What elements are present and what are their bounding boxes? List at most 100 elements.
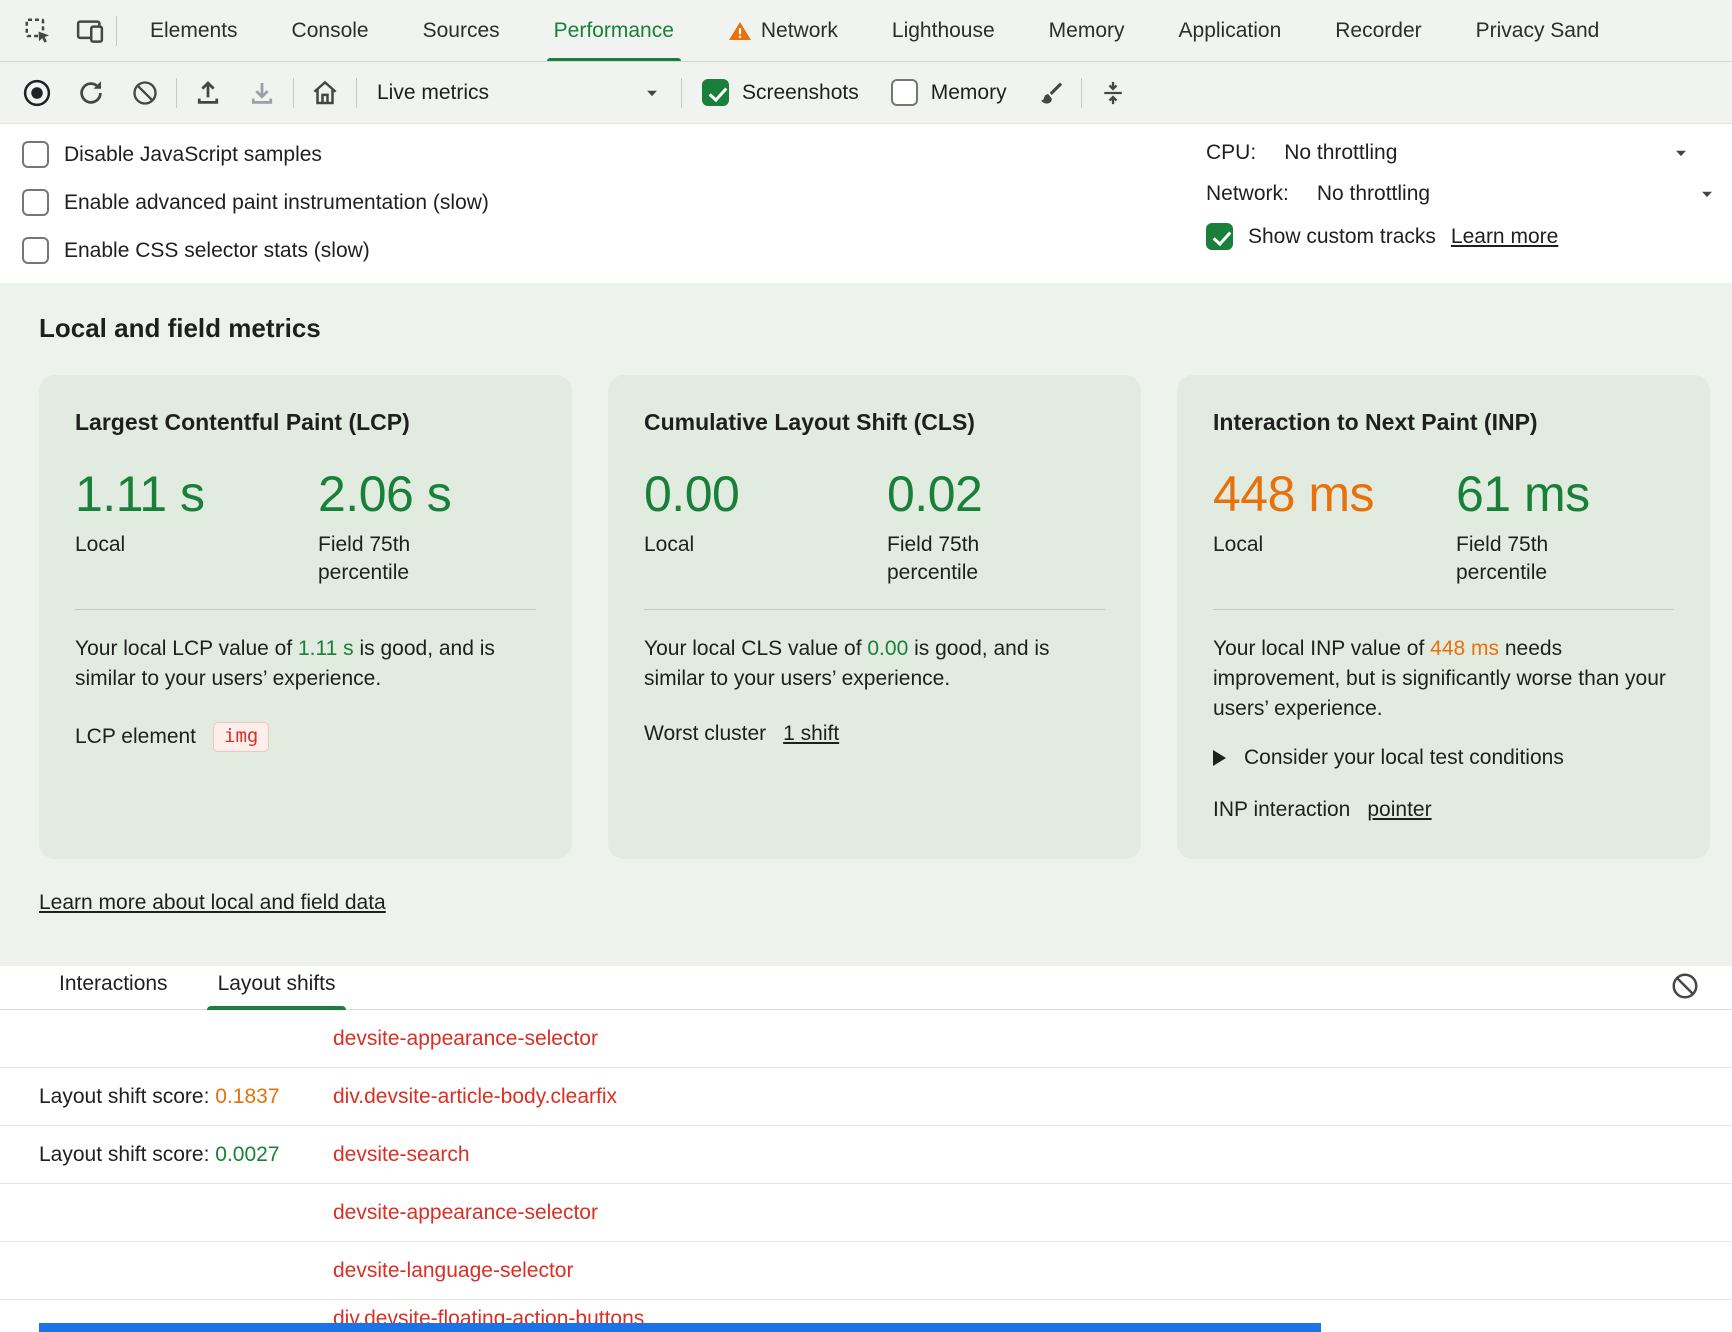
clear-icon [131,79,159,107]
screenshots-checkbox[interactable]: Screenshots [702,79,859,106]
inp-card-title: Interaction to Next Paint (INP) [1213,409,1674,436]
lcp-field-value: 2.06 s [318,468,483,521]
layout-shift-row[interactable]: devsite-language-selector [0,1242,1732,1300]
tab-lighthouse[interactable]: Lighthouse [865,0,1022,61]
log-tabs: Interactions Layout shifts [0,966,1732,1010]
checkbox-checked-icon [1206,223,1233,250]
lcp-element-node-badge[interactable]: img [213,722,269,752]
worst-cluster-link[interactable]: 1 shift [783,722,839,746]
chevron-down-icon[interactable] [1698,185,1716,203]
page-title: Local and field metrics [39,313,1732,344]
show-custom-tracks-checkbox[interactable]: Show custom tracks [1206,223,1436,250]
layout-shift-score: Layout shift score: 0.1837 [0,1085,333,1109]
tab-network[interactable]: Network [701,0,865,61]
custom-tracks-learn-more-link[interactable]: Learn more [1451,225,1558,249]
disable-js-samples-checkbox[interactable]: Disable JavaScript samples [22,141,489,168]
toggle-device-toolbar-button[interactable] [64,0,116,61]
tab-sources[interactable]: Sources [396,0,527,61]
lcp-local-value: 1.11 s [75,468,318,521]
expand-triangle-icon [1213,750,1226,766]
tab-interactions[interactable]: Interactions [56,972,171,1009]
inp-field-value: 61 ms [1456,468,1621,521]
collapse-icon [1099,79,1127,107]
inp-field-label: Field 75th percentile [1456,531,1621,588]
live-metrics-log: Interactions Layout shifts devsite-appea… [0,966,1732,1332]
element-link[interactable]: devsite-appearance-selector [333,1201,598,1224]
field-data-learn-more-link[interactable]: Learn more about local and field data [39,891,386,914]
reload-and-record-button[interactable] [68,70,114,116]
inp-interaction-link[interactable]: pointer [1367,798,1431,822]
cls-description: Your local CLS value of 0.00 is good, an… [644,634,1105,694]
record-button[interactable] [14,70,60,116]
cls-field-label: Field 75th percentile [887,531,1052,588]
element-link[interactable]: devsite-appearance-selector [333,1027,598,1050]
element-link[interactable]: devsite-language-selector [333,1259,573,1282]
inp-description: Your local INP value of 448 ms needs imp… [1213,634,1674,723]
divider [644,609,1105,610]
memory-checkbox[interactable]: Memory [891,79,1007,106]
layout-shift-row[interactable]: devsite-appearance-selector [0,1010,1732,1068]
tab-application[interactable]: Application [1152,0,1309,61]
lcp-card-title: Largest Contentful Paint (LCP) [75,409,536,436]
lcp-element-label: LCP element [75,725,196,749]
tab-elements[interactable]: Elements [123,0,265,61]
layout-shift-row[interactable]: devsite-appearance-selector [0,1184,1732,1242]
download-icon [247,78,277,108]
tab-console[interactable]: Console [265,0,396,61]
lcp-card: Largest Contentful Paint (LCP) 1.11 s Lo… [39,375,572,859]
network-throttling-row: Network: No throttling [1206,182,1706,206]
checkbox-unchecked-icon [22,189,49,216]
separator [293,78,294,108]
upload-icon [193,78,223,108]
css-selector-stats-checkbox[interactable]: Enable CSS selector stats (slow) [22,237,489,264]
brush-icon [1036,79,1064,107]
tab-performance[interactable]: Performance [527,0,701,61]
worst-cluster-label: Worst cluster [644,722,766,746]
divider [75,609,536,610]
cpu-throttling-select[interactable]: No throttling [1284,141,1397,165]
divider [1213,609,1674,610]
inp-local-value: 448 ms [1213,468,1456,521]
element-link[interactable]: devsite-search [333,1143,470,1166]
tab-recorder[interactable]: Recorder [1308,0,1448,61]
devtools-window: { "colors": { "accent_green": "#188038",… [0,0,1732,1332]
layout-shift-row[interactable]: Layout shift score: 0.1837 div.devsite-a… [0,1068,1732,1126]
network-throttling-label: Network: [1206,182,1289,206]
separator [116,16,117,46]
tab-layout-shifts[interactable]: Layout shifts [215,972,339,1009]
live-metrics-pane: Local and field metrics Largest Contentf… [0,283,1732,966]
warning-icon [728,19,752,43]
panel-mode-select[interactable]: Live metrics [365,81,673,105]
checkbox-checked-icon [702,79,729,106]
device-toolbar-icon [75,16,105,46]
separator [1081,78,1082,108]
cls-field-value: 0.02 [887,468,1052,521]
collapse-sections-button[interactable] [1090,70,1136,116]
network-throttling-select[interactable]: No throttling [1317,182,1430,206]
home-button[interactable] [302,70,348,116]
clear-button[interactable] [122,70,168,116]
tab-privacy-sandbox[interactable]: Privacy Sand [1449,0,1627,61]
tab-memory[interactable]: Memory [1022,0,1152,61]
chevron-down-icon [643,84,661,102]
element-link[interactable]: div.devsite-article-body.clearfix [333,1085,617,1108]
local-test-conditions-expander[interactable]: Consider your local test conditions [1213,746,1674,770]
block-icon [1670,971,1700,1001]
inspect-element-button[interactable] [12,0,64,61]
cls-card-title: Cumulative Layout Shift (CLS) [644,409,1105,436]
selected-row-indicator [39,1323,1321,1332]
panel-mode-value: Live metrics [377,81,489,105]
show-custom-tracks-row: Show custom tracks Learn more [1206,223,1706,250]
layout-shift-row[interactable]: Layout shift score: 0.0027 devsite-searc… [0,1126,1732,1184]
cleanup-button[interactable] [1027,70,1073,116]
performance-toolbar: Live metrics Screenshots Memory [0,62,1732,124]
cpu-throttling-label: CPU: [1206,141,1256,165]
cls-card: Cumulative Layout Shift (CLS) 0.00 Local… [608,375,1141,859]
save-profile-button[interactable] [239,70,285,116]
separator [176,78,177,108]
load-profile-button[interactable] [185,70,231,116]
clear-log-button[interactable] [1670,971,1700,1001]
inspect-cursor-icon [23,16,53,46]
chevron-down-icon[interactable] [1672,144,1690,162]
advanced-paint-checkbox[interactable]: Enable advanced paint instrumentation (s… [22,189,489,216]
